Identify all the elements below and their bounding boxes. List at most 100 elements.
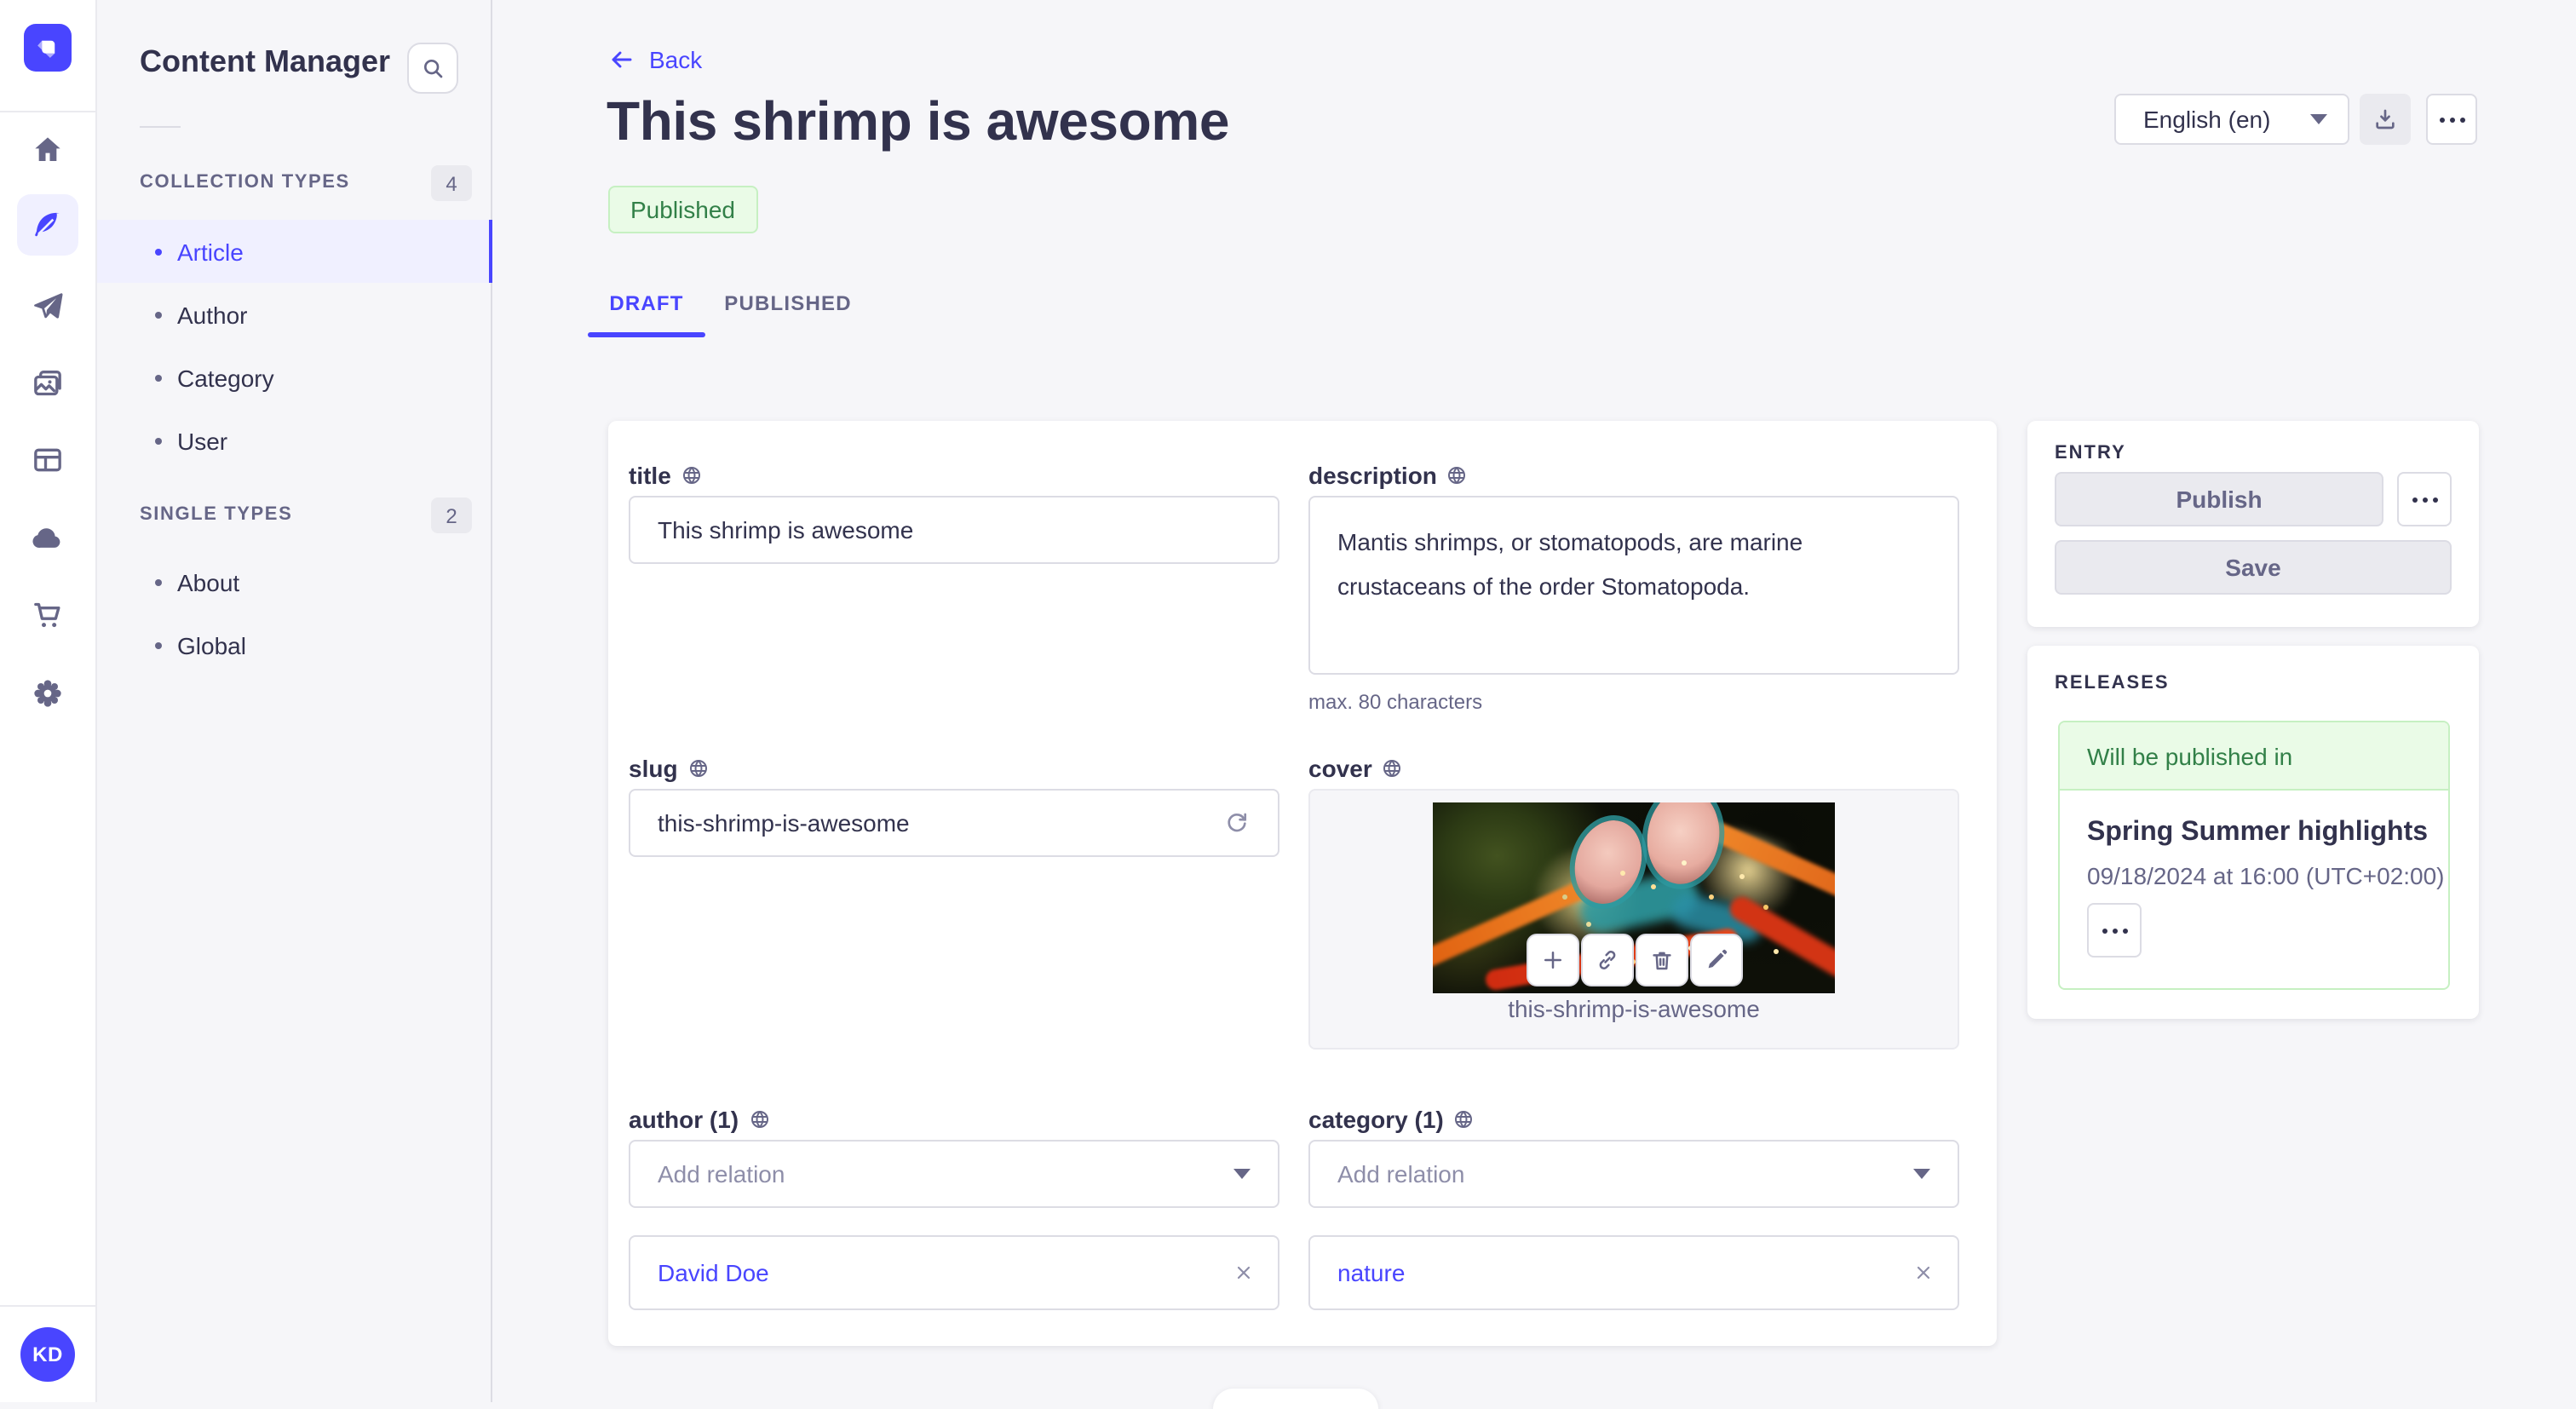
sidebar-item-label: Author (177, 301, 248, 328)
cover-actions (1527, 934, 1743, 986)
search-icon (419, 55, 446, 82)
publish-button[interactable]: Publish (2055, 472, 2383, 526)
releases-panel-title: RELEASES (2055, 673, 2170, 693)
edit-form-card: title This shrimp is awesome description… (608, 421, 1997, 1346)
send-plane-icon[interactable] (31, 290, 65, 324)
section-collection-types: COLLECTION TYPES (140, 172, 350, 193)
more-icon (2412, 497, 2437, 502)
back-label: Back (649, 46, 703, 73)
content-manager-feather-icon[interactable] (17, 194, 78, 256)
page-title: This shrimp is awesome (607, 90, 1230, 152)
sidebar-item-label: Article (177, 238, 244, 265)
bullet-icon (155, 437, 162, 444)
bullet-icon (155, 578, 162, 585)
content-type-builder-icon[interactable] (31, 443, 65, 477)
sidebar-item-label: About (177, 568, 240, 595)
globe-icon (1383, 758, 1403, 779)
header-more-button[interactable] (2426, 94, 2477, 145)
back-arrow-icon (608, 46, 635, 73)
entry-panel: ENTRY Publish Save (2027, 421, 2479, 627)
category-field-label: category (1) (1308, 1106, 1475, 1133)
sidebar-item-label: User (177, 427, 228, 454)
bullet-icon (155, 311, 162, 318)
sidebar-title: Content Manager (140, 44, 391, 78)
settings-gear-icon[interactable] (31, 676, 65, 710)
locale-value: English (en) (2143, 106, 2271, 133)
sidebar-item-author[interactable]: Author (97, 283, 492, 346)
globe-icon (1454, 1109, 1475, 1130)
rail-divider (0, 111, 97, 112)
cover-caption: this-shrimp-is-awesome (1508, 995, 1760, 1022)
more-icon (2439, 117, 2464, 122)
collapsed-panel-peek[interactable] (1213, 1389, 1378, 1409)
delete-media-button[interactable] (1636, 934, 1688, 986)
pencil-icon (1704, 947, 1729, 973)
tab-published[interactable]: PUBLISHED (710, 274, 865, 332)
add-media-button[interactable] (1527, 934, 1579, 986)
main-nav-rail: KD (0, 0, 97, 1402)
back-link[interactable]: Back (608, 46, 702, 73)
trash-icon (1649, 947, 1675, 973)
title-field-label: title (629, 462, 702, 489)
section-single-types: SINGLE TYPES (140, 504, 293, 525)
sidebar-item-article[interactable]: Article (97, 220, 492, 283)
regenerate-slug-icon[interactable] (1223, 809, 1251, 837)
slug-input[interactable]: this-shrimp-is-awesome (629, 789, 1279, 857)
author-relation-item: David Doe (629, 1235, 1279, 1310)
search-button[interactable] (407, 43, 458, 94)
release-date: 09/18/2024 at 16:00 (UTC+02:00) (2087, 862, 2445, 889)
title-input[interactable]: This shrimp is awesome (629, 496, 1279, 564)
sidebar-item-global[interactable]: Global (97, 613, 492, 676)
author-relation-select[interactable]: Add relation (629, 1140, 1279, 1208)
sidebar-item-user[interactable]: User (97, 409, 492, 472)
globe-icon (749, 1109, 769, 1130)
relation-link[interactable]: David Doe (658, 1259, 769, 1286)
media-library-icon[interactable] (31, 366, 65, 400)
status-badge: Published (608, 186, 757, 233)
remove-relation-icon[interactable] (1233, 1262, 1254, 1283)
app-root: KD Content Manager COLLECTION TYPES 4 Ar… (0, 0, 2576, 1409)
entry-more-button[interactable] (2397, 472, 2452, 526)
content-manager-sidebar: Content Manager COLLECTION TYPES 4 Artic… (97, 0, 492, 1402)
globe-icon (688, 758, 709, 779)
sidebar-item-category[interactable]: Category (97, 346, 492, 409)
bullet-icon (155, 248, 162, 255)
user-avatar[interactable]: KD (20, 1327, 75, 1382)
cover-field-label: cover (1308, 755, 1403, 782)
locale-select[interactable]: English (en) (2114, 94, 2349, 145)
category-relation-select[interactable]: Add relation (1308, 1140, 1959, 1208)
save-button[interactable]: Save (2055, 540, 2452, 595)
rail-divider-bottom (0, 1305, 97, 1307)
release-name[interactable]: Spring Summer highlights (2087, 818, 2428, 848)
collection-types-count: 4 (431, 165, 472, 201)
globe-icon (681, 465, 702, 486)
sidebar-divider (140, 126, 181, 128)
home-icon[interactable] (31, 133, 65, 167)
entry-panel-title: ENTRY (2055, 443, 2126, 463)
sidebar-item-label: Category (177, 364, 274, 391)
chevron-down-icon (1913, 1169, 1930, 1179)
download-icon (2372, 106, 2399, 133)
sidebar-item-label: Global (177, 631, 246, 658)
marketplace-cart-icon[interactable] (31, 598, 65, 632)
release-item: Will be published in Spring Summer highl… (2058, 721, 2450, 990)
author-field-label: author (1) (629, 1106, 769, 1133)
globe-icon (1447, 465, 1468, 486)
chevron-down-icon (2310, 114, 2327, 124)
link-icon (1595, 947, 1620, 973)
relation-link[interactable]: nature (1337, 1259, 1405, 1286)
edit-media-button[interactable] (1690, 934, 1743, 986)
sidebar-item-about[interactable]: About (97, 550, 492, 613)
release-more-button[interactable] (2087, 903, 2142, 958)
strapi-logo[interactable] (24, 24, 72, 72)
slug-field-label: slug (629, 755, 709, 782)
bullet-icon (155, 374, 162, 381)
tab-draft[interactable]: DRAFT (588, 274, 705, 332)
bullet-icon (155, 641, 162, 648)
cloud-icon[interactable] (31, 521, 65, 555)
export-button[interactable] (2360, 94, 2411, 145)
copy-link-button[interactable] (1581, 934, 1634, 986)
category-relation-item: nature (1308, 1235, 1959, 1310)
description-textarea[interactable]: Mantis shrimps, or stomatopods, are mari… (1308, 496, 1959, 675)
remove-relation-icon[interactable] (1913, 1262, 1934, 1283)
